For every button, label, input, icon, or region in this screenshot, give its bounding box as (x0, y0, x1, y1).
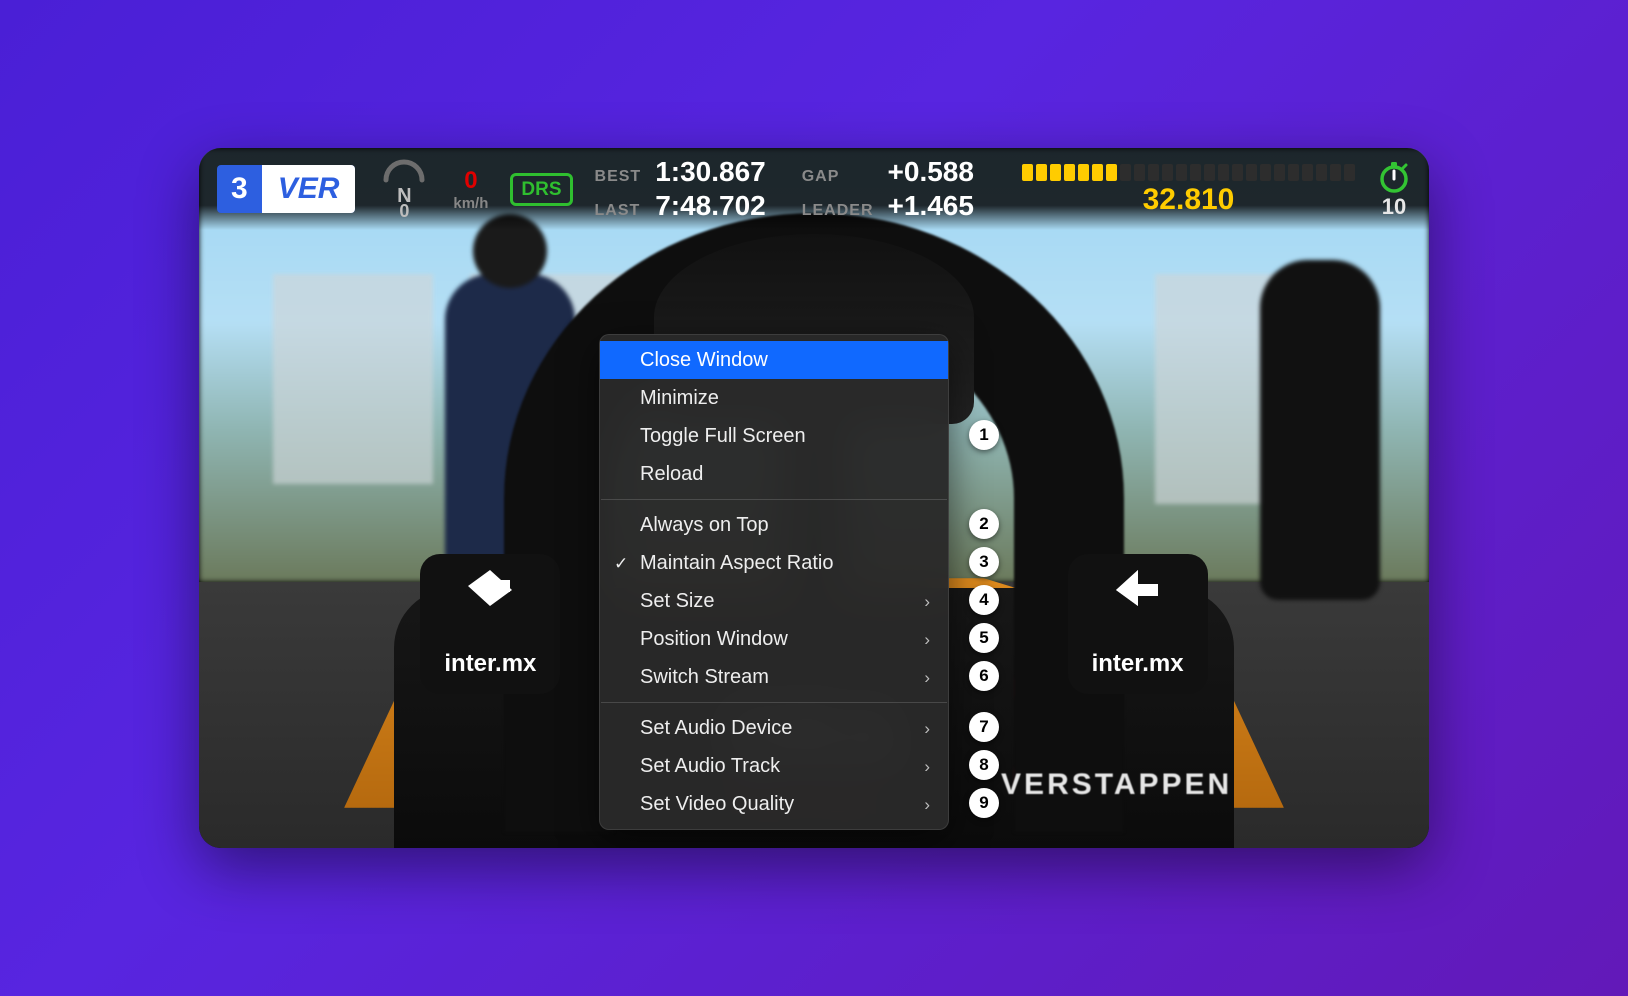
drs-indicator: DRS (510, 173, 572, 206)
rpm-segment (1204, 164, 1215, 181)
rpm-segment (1092, 164, 1103, 181)
menu-item-set-video-quality[interactable]: Set Video Quality › (600, 785, 948, 823)
rpm-segment (1330, 164, 1341, 181)
menu-item-switch-stream[interactable]: Switch Stream › (600, 658, 948, 696)
menu-item-label: Set Video Quality (640, 794, 794, 814)
mirror-right: inter.mx (1068, 554, 1208, 694)
rpm-segment (1022, 164, 1033, 181)
menu-item-label: Set Audio Track (640, 756, 780, 776)
menu-item-minimize[interactable]: Minimize (600, 379, 948, 417)
rpm-segment (1050, 164, 1061, 181)
rpm-segment (1120, 164, 1131, 181)
menu-item-always-on-top[interactable]: Always on Top (600, 506, 948, 544)
chevron-right-icon: › (924, 631, 930, 648)
menu-item-set-audio-device[interactable]: Set Audio Device › (600, 709, 948, 747)
menu-item-label: Position Window (640, 629, 788, 649)
position-number: 3 (217, 174, 262, 204)
menu-item-label: Reload (640, 464, 703, 484)
rpm-indicator: 32.810 (1022, 164, 1355, 215)
annotation-bubble: 4 (969, 585, 999, 615)
menu-item-reload[interactable]: Reload (600, 455, 948, 493)
menu-item-label: Maintain Aspect Ratio (640, 553, 833, 573)
check-icon: ✓ (614, 555, 628, 572)
rpm-segment (1106, 164, 1117, 181)
rpm-segment (1218, 164, 1229, 181)
rpm-segment (1078, 164, 1089, 181)
chevron-right-icon: › (924, 758, 930, 775)
lap-times: BEST1:30.867 LAST7:48.702 (595, 158, 766, 220)
menu-separator (601, 702, 947, 703)
telemetry-hud: 3 VER N 0 0 km/h DRS BEST1:30.867 LAST7:… (199, 148, 1429, 230)
menu-item-label: Toggle Full Screen (640, 426, 806, 446)
chevron-right-icon: › (924, 720, 930, 737)
chevron-right-icon: › (924, 669, 930, 686)
annotation-bubble: 3 (969, 547, 999, 577)
rpm-segment (1176, 164, 1187, 181)
menu-item-label: Switch Stream (640, 667, 769, 687)
annotation-bubble: 6 (969, 661, 999, 691)
rpm-segment (1344, 164, 1355, 181)
chevron-right-icon: › (924, 593, 930, 610)
menu-item-toggle-full-screen[interactable]: Toggle Full Screen (600, 417, 948, 455)
menu-item-maintain-aspect-ratio[interactable]: ✓ Maintain Aspect Ratio (600, 544, 948, 582)
rpm-segment (1148, 164, 1159, 181)
driver-code: VER (262, 165, 356, 213)
menu-item-position-window[interactable]: Position Window › (600, 620, 948, 658)
annotation-bubble: 1 (969, 420, 999, 450)
annotation-bubble: 5 (969, 623, 999, 653)
menu-item-set-size[interactable]: Set Size › (600, 582, 948, 620)
speed-indicator: 0 km/h (453, 167, 488, 212)
menu-item-label: Set Audio Device (640, 718, 792, 738)
rpm-segment (1302, 164, 1313, 181)
lap-counter: 10 (1377, 160, 1411, 218)
rpm-segment (1288, 164, 1299, 181)
menu-item-label: Close Window (640, 350, 768, 370)
mirror-left: inter.mx (420, 554, 560, 694)
menu-item-close-window[interactable]: Close Window (600, 341, 948, 379)
rpm-segment (1036, 164, 1047, 181)
rpm-segment (1190, 164, 1201, 181)
gap-times: GAP+0.588 LEADER+1.465 (802, 158, 974, 220)
menu-item-label: Always on Top (640, 515, 769, 535)
rpm-segment (1134, 164, 1145, 181)
menu-item-label: Set Size (640, 591, 714, 611)
annotation-bubble: 8 (969, 750, 999, 780)
rpm-value: 32.810 (1143, 185, 1235, 215)
annotation-bubble: 7 (969, 712, 999, 742)
rpm-segment (1232, 164, 1243, 181)
menu-separator (601, 499, 947, 500)
rpm-segment (1064, 164, 1075, 181)
annotation-bubble: 2 (969, 509, 999, 539)
menu-item-label: Minimize (640, 388, 719, 408)
rpm-segment (1316, 164, 1327, 181)
rpm-segment (1260, 164, 1271, 181)
menu-item-set-audio-track[interactable]: Set Audio Track › (600, 747, 948, 785)
annotation-bubble: 9 (969, 788, 999, 818)
rpm-segment (1274, 164, 1285, 181)
rpm-bar (1022, 164, 1355, 181)
rpm-segment (1162, 164, 1173, 181)
chevron-right-icon: › (924, 796, 930, 813)
context-menu[interactable]: Close Window Minimize Toggle Full Screen Re… (599, 334, 949, 830)
player-window: 1 inter.mx inter.mx ORA Red Bu VERSTAPPE… (199, 148, 1429, 848)
rpm-segment (1246, 164, 1257, 181)
driver-name-decal: VERSTAPPEN (1001, 770, 1232, 800)
stopwatch-icon (1377, 160, 1411, 194)
gear-indicator: N 0 (377, 158, 431, 220)
position-badge: 3 VER (217, 165, 355, 213)
